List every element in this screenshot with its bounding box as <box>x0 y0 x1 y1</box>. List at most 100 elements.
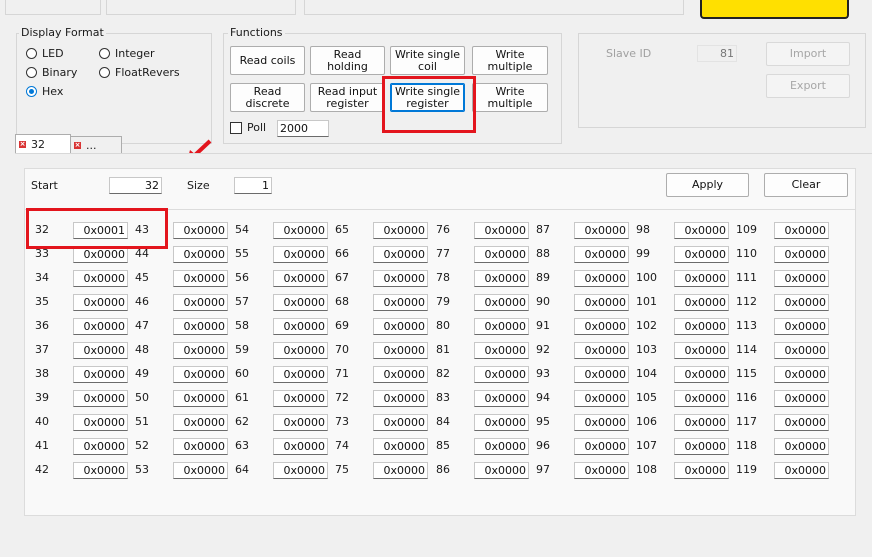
tab-close-icon[interactable]: × <box>19 140 26 148</box>
register-value-input[interactable]: 0x0000 <box>674 438 729 455</box>
register-value-input[interactable]: 0x0000 <box>173 390 228 407</box>
write-multiple-registers-button[interactable]: Write multiple <box>472 83 548 112</box>
register-value-input[interactable]: 0x0000 <box>774 318 829 335</box>
register-value-input[interactable]: 0x0000 <box>273 222 328 239</box>
register-value-input[interactable]: 0x0000 <box>774 270 829 287</box>
register-value-input[interactable]: 0x0000 <box>173 414 228 431</box>
radio-hex[interactable]: Hex <box>26 85 63 98</box>
register-value-input[interactable]: 0x0000 <box>774 222 829 239</box>
register-value-input[interactable]: 0x0000 <box>774 294 829 311</box>
register-value-input[interactable]: 0x0000 <box>474 270 529 287</box>
radio-floatrevers[interactable]: FloatRevers <box>99 66 180 79</box>
register-value-input[interactable]: 0x0000 <box>474 390 529 407</box>
register-value-input[interactable]: 0x0000 <box>674 246 729 263</box>
register-value-input[interactable]: 0x0000 <box>674 390 729 407</box>
radio-binary[interactable]: Binary <box>26 66 77 79</box>
register-value-input[interactable]: 0x0000 <box>474 318 529 335</box>
register-value-input[interactable]: 0x0000 <box>774 390 829 407</box>
register-value-input[interactable]: 0x0000 <box>273 366 328 383</box>
register-value-input[interactable]: 0x0000 <box>674 294 729 311</box>
radio-led[interactable]: LED <box>26 47 64 60</box>
poll-interval-input[interactable]: 2000 <box>277 120 329 137</box>
register-value-input[interactable]: 0x0000 <box>674 342 729 359</box>
register-value-input[interactable]: 0x0000 <box>73 318 128 335</box>
register-value-input[interactable]: 0x0000 <box>474 246 529 263</box>
register-value-input[interactable]: 0x0000 <box>273 294 328 311</box>
register-value-input[interactable]: 0x0000 <box>273 246 328 263</box>
register-value-input[interactable]: 0x0000 <box>373 270 428 287</box>
read-discrete-button[interactable]: Read discrete <box>230 83 305 112</box>
register-value-input[interactable]: 0x0000 <box>774 342 829 359</box>
register-value-input[interactable]: 0x0000 <box>173 318 228 335</box>
register-value-input[interactable]: 0x0000 <box>173 438 228 455</box>
register-value-input[interactable]: 0x0000 <box>173 222 228 239</box>
register-value-input[interactable]: 0x0000 <box>474 342 529 359</box>
poll-checkbox[interactable] <box>230 122 242 134</box>
register-value-input[interactable]: 0x0000 <box>73 414 128 431</box>
register-value-input[interactable]: 0x0000 <box>774 414 829 431</box>
register-value-input[interactable]: 0x0000 <box>73 390 128 407</box>
register-value-input[interactable]: 0x0000 <box>173 246 228 263</box>
register-value-input[interactable]: 0x0000 <box>574 438 629 455</box>
register-value-input[interactable]: 0x0000 <box>774 438 829 455</box>
write-multiple-coils-button[interactable]: Write multiple <box>472 46 548 75</box>
register-value-input[interactable]: 0x0000 <box>574 318 629 335</box>
register-value-input[interactable]: 0x0000 <box>574 222 629 239</box>
read-coils-button[interactable]: Read coils <box>230 46 305 75</box>
write-single-coil-button[interactable]: Write single coil <box>390 46 465 75</box>
clear-button[interactable]: Clear <box>764 173 848 197</box>
register-value-input[interactable]: 0x0000 <box>173 342 228 359</box>
register-value-input[interactable]: 0x0000 <box>574 294 629 311</box>
register-value-input[interactable]: 0x0000 <box>574 390 629 407</box>
export-button[interactable]: Export <box>766 74 850 98</box>
register-value-input[interactable]: 0x0000 <box>173 462 228 479</box>
register-value-input[interactable]: 0x0000 <box>474 222 529 239</box>
register-value-input[interactable]: 0x0000 <box>574 342 629 359</box>
tab-2[interactable]: × ... <box>70 136 122 153</box>
register-value-input[interactable]: 0x0000 <box>273 414 328 431</box>
register-value-input[interactable]: 0x0000 <box>273 270 328 287</box>
register-value-input[interactable]: 0x0000 <box>373 366 428 383</box>
register-value-input[interactable]: 0x0000 <box>273 462 328 479</box>
register-value-input[interactable]: 0x0000 <box>474 438 529 455</box>
apply-button[interactable]: Apply <box>666 173 749 197</box>
register-value-input[interactable]: 0x0000 <box>674 222 729 239</box>
register-value-input[interactable]: 0x0000 <box>674 270 729 287</box>
register-value-input[interactable]: 0x0000 <box>574 462 629 479</box>
register-value-input[interactable]: 0x0000 <box>273 318 328 335</box>
tab-32[interactable]: × 32 <box>15 134 71 153</box>
register-value-input[interactable]: 0x0000 <box>273 342 328 359</box>
register-value-input[interactable]: 0x0000 <box>373 294 428 311</box>
register-value-input[interactable]: 0x0000 <box>373 342 428 359</box>
register-value-input[interactable]: 0x0000 <box>173 294 228 311</box>
register-value-input[interactable]: 0x0000 <box>373 414 428 431</box>
register-value-input[interactable]: 0x0000 <box>574 414 629 431</box>
radio-integer[interactable]: Integer <box>99 47 155 60</box>
slave-id-input[interactable]: 81 <box>697 45 737 62</box>
register-value-input[interactable]: 0x0000 <box>474 294 529 311</box>
register-value-input[interactable]: 0x0000 <box>73 294 128 311</box>
register-value-input[interactable]: 0x0000 <box>674 366 729 383</box>
register-value-input[interactable]: 0x0000 <box>574 366 629 383</box>
register-value-input[interactable]: 0x0000 <box>73 462 128 479</box>
register-value-input[interactable]: 0x0000 <box>474 366 529 383</box>
register-value-input[interactable]: 0x0000 <box>474 462 529 479</box>
tab-close-icon[interactable]: × <box>74 141 81 149</box>
register-value-input[interactable]: 0x0000 <box>674 318 729 335</box>
register-value-input[interactable]: 0x0000 <box>373 246 428 263</box>
register-value-input[interactable]: 0x0000 <box>273 438 328 455</box>
register-value-input[interactable]: 0x0000 <box>373 462 428 479</box>
register-value-input[interactable]: 0x0000 <box>574 246 629 263</box>
register-value-input[interactable]: 0x0000 <box>373 438 428 455</box>
start-input[interactable]: 32 <box>109 177 162 194</box>
register-value-input[interactable]: 0x0000 <box>373 318 428 335</box>
size-input[interactable]: 1 <box>234 177 272 194</box>
register-value-input[interactable]: 0x0000 <box>273 390 328 407</box>
read-holding-button[interactable]: Read holding <box>310 46 385 75</box>
register-value-input[interactable]: 0x0000 <box>173 366 228 383</box>
register-value-input[interactable]: 0x0000 <box>674 414 729 431</box>
read-input-register-button[interactable]: Read input register <box>310 83 385 112</box>
register-value-input[interactable]: 0x0000 <box>373 222 428 239</box>
register-value-input[interactable]: 0x0000 <box>774 462 829 479</box>
register-value-input[interactable]: 0x0000 <box>373 390 428 407</box>
